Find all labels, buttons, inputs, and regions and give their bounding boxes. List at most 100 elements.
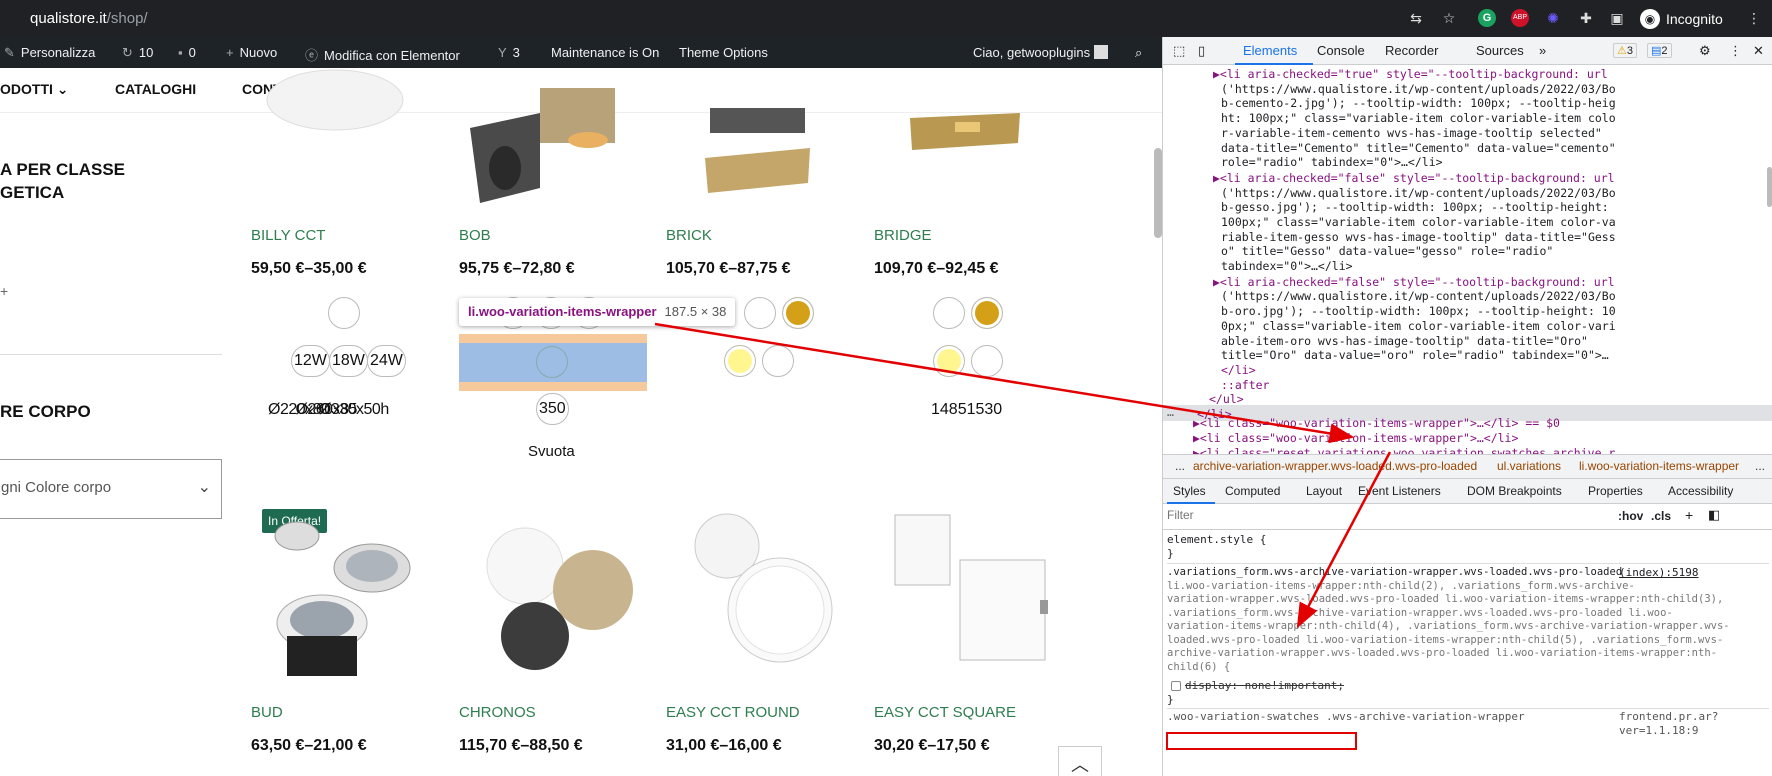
dom-line[interactable]: ('https://www.qualistore.it/wp-content/u… xyxy=(1221,186,1616,202)
inspect-icon[interactable]: ⬚ xyxy=(1173,43,1185,59)
tab-console[interactable]: Console xyxy=(1317,43,1365,58)
product-image-billy[interactable] xyxy=(250,68,420,148)
color-swatch-white[interactable] xyxy=(933,297,965,329)
customize-link[interactable]: ✎ Personalizza xyxy=(4,45,95,61)
dom-line[interactable]: 100px;" class="variable-item color-varia… xyxy=(1221,215,1616,231)
close-icon[interactable]: ✕ xyxy=(1753,43,1764,59)
rule-selector-line[interactable]: li.woo-variation-items-wrapper:nth-child… xyxy=(1167,580,1730,594)
dom-line[interactable]: 0px;" class="variable-item color-variabl… xyxy=(1221,319,1616,335)
tab-properties[interactable]: Properties xyxy=(1588,484,1643,498)
dimension-swatch[interactable]: 1485 xyxy=(931,401,967,418)
adblock-icon[interactable]: ABP xyxy=(1511,9,1529,27)
dom-line[interactable]: tabindex="0">…</li> xyxy=(1221,259,1353,275)
comments-link[interactable]: ▪ 0 xyxy=(178,45,196,60)
product-name[interactable]: BRIDGE xyxy=(874,227,932,244)
dom-line[interactable]: ▶<li aria-checked="true" style="--toolti… xyxy=(1213,67,1608,83)
dom-line[interactable]: ht: 100px;" class="variable-item color-v… xyxy=(1221,111,1616,127)
settings-gear-icon[interactable]: ⚙ xyxy=(1699,43,1711,59)
color-swatch-white[interactable] xyxy=(762,345,794,377)
node-dots-icon[interactable]: … xyxy=(1167,405,1174,421)
dom-line[interactable]: b-oro.jpg'); --tooltip-width: 100px; --t… xyxy=(1221,304,1616,320)
incognito-badge[interactable]: ◉ Incognito xyxy=(1640,8,1723,29)
warnings-badge[interactable]: ⚠3 xyxy=(1613,43,1637,58)
color-swatch-yellow[interactable] xyxy=(724,345,756,377)
star-icon[interactable]: ☆ xyxy=(1440,9,1458,27)
dom-line[interactable]: ▶<li aria-checked="false" style="--toolt… xyxy=(1213,171,1615,187)
dimension-swatch[interactable]: 350 xyxy=(536,393,569,425)
more-tabs-icon[interactable]: » xyxy=(1539,43,1546,58)
rule-selector[interactable]: .variations_form.wvs-archive-variation-w… xyxy=(1167,566,1730,674)
dom-line[interactable]: ▶<li class="reset_variations woo_variati… xyxy=(1193,446,1615,454)
dom-line[interactable]: ::after xyxy=(1221,378,1269,394)
tab-elements[interactable]: Elements xyxy=(1243,43,1297,58)
dimension-swatch[interactable]: 1530 xyxy=(967,401,1003,418)
expand-plus-icon[interactable]: + xyxy=(0,283,8,299)
tab-dom-breakpoints[interactable]: DOM Breakpoints xyxy=(1467,484,1562,498)
dom-line[interactable]: b-gesso.jpg'); --tooltip-width: 100px; -… xyxy=(1221,200,1609,216)
dom-line[interactable]: b-cemento-2.jpg'); --tooltip-width: 100p… xyxy=(1221,96,1616,112)
cls-toggle[interactable]: .cls xyxy=(1651,509,1671,523)
tab-recorder[interactable]: Recorder xyxy=(1385,43,1438,58)
rule-selector-line[interactable]: .variations_form.wvs-archive-variation-w… xyxy=(1167,607,1730,621)
color-swatch-gold[interactable] xyxy=(971,297,1003,329)
sidepanel-icon[interactable]: ▣ xyxy=(1608,9,1626,27)
rule-selector-line[interactable]: variation-items-wrapper:nth-child(4), .v… xyxy=(1167,620,1730,634)
dom-line[interactable]: ('https://www.qualistore.it/wp-content/u… xyxy=(1221,289,1616,305)
yoast-link[interactable]: Y3 xyxy=(498,45,520,60)
product-name[interactable]: CHRONOS xyxy=(459,704,536,721)
theme-options-link[interactable]: Theme Options xyxy=(679,45,768,60)
size-swatch[interactable]: 12W xyxy=(291,345,330,377)
add-rule-plus-icon[interactable]: + xyxy=(1685,507,1693,523)
elementor-link[interactable]: ⓔ Modifica con Elementor xyxy=(305,45,460,64)
dom-line[interactable]: data-title="Cemento" title="Cemento" dat… xyxy=(1221,141,1616,157)
dom-line[interactable]: title="Oro" data-value="oro" role="radio… xyxy=(1221,348,1609,364)
dom-line[interactable]: ▶<li class="woo-variation-items-wrapper"… xyxy=(1193,416,1560,432)
product-name[interactable]: BUD xyxy=(251,704,283,721)
hov-toggle[interactable]: :hov xyxy=(1618,509,1643,523)
dom-line[interactable]: r-variable-item-cemento wvs-has-image-to… xyxy=(1221,126,1602,142)
messages-badge[interactable]: ▤2 xyxy=(1647,43,1672,58)
scroll-to-top-button[interactable]: ︿ xyxy=(1058,746,1102,776)
translate-icon[interactable]: ⇆ xyxy=(1407,9,1425,27)
new-link[interactable]: + Nuovo xyxy=(226,45,277,60)
dimension-swatches[interactable]: Ø220x80Ø260x85Ø330x50h xyxy=(268,401,389,419)
product-name[interactable]: EASY CCT ROUND xyxy=(666,704,800,721)
nav-cataloghi[interactable]: CATALOGHI xyxy=(115,81,196,97)
dom-line[interactable]: riable-item-gesso wvs-has-image-tooltip"… xyxy=(1221,230,1616,246)
tab-sources[interactable]: Sources xyxy=(1476,43,1524,58)
kebab-menu-icon[interactable]: ⋮ xyxy=(1729,43,1742,59)
tab-event-listeners[interactable]: Event Listeners xyxy=(1358,484,1441,498)
nav-prodotti[interactable]: ODOTTI ⌄ xyxy=(0,81,69,98)
color-swatch-yellow[interactable] xyxy=(933,345,965,377)
next-rule-source[interactable]: frontend.pr.ar?ver=1.1.18:9 xyxy=(1619,710,1772,737)
maintenance-link[interactable]: Maintenance is On xyxy=(551,45,659,60)
breadcrumb-item[interactable]: ul.variations xyxy=(1497,459,1561,473)
dimension-swatch[interactable]: Ø330x50h xyxy=(319,401,389,418)
size-swatch[interactable]: 18W xyxy=(329,345,368,377)
address-bar[interactable]: qualistore.it/shop/ xyxy=(30,10,148,27)
dimension-swatches[interactable]: 14851530 xyxy=(931,401,1002,419)
menu-icon[interactable]: ⋮ xyxy=(1745,9,1763,27)
updates-link[interactable]: ↻ 10 xyxy=(122,45,153,61)
struck-declaration-row[interactable]: display: none!important; xyxy=(1171,679,1344,693)
product-name[interactable]: BILLY CCT xyxy=(251,227,325,244)
size-swatch[interactable]: 24W xyxy=(367,345,406,377)
product-name[interactable]: BRICK xyxy=(666,227,712,244)
rule-selector-line[interactable]: archive-variation-wrapper.wvs-loaded.wvs… xyxy=(1167,647,1730,661)
declaration-checkbox[interactable] xyxy=(1171,680,1181,691)
product-image-easy-square[interactable] xyxy=(890,505,1060,670)
next-rule-selector[interactable]: .woo-variation-swatches .wvs-archive-var… xyxy=(1167,710,1525,724)
product-image-bridge[interactable] xyxy=(900,98,1030,168)
color-swatch-white[interactable] xyxy=(328,297,360,329)
product-image-bob[interactable] xyxy=(440,68,640,208)
element-style-rule[interactable]: element.style { xyxy=(1167,533,1266,547)
breadcrumb-item[interactable]: li.woo-variation-items-wrapper xyxy=(1579,459,1739,473)
product-image-easy-round[interactable] xyxy=(685,508,835,668)
dom-line[interactable]: </ul> xyxy=(1209,392,1244,408)
product-name[interactable]: BOB xyxy=(459,227,491,244)
dom-line[interactable]: able-item-oro wvs-has-image-tooltip" dat… xyxy=(1221,334,1588,350)
color-swatch-white[interactable] xyxy=(744,297,776,329)
dom-line[interactable]: </li> xyxy=(1221,363,1256,379)
dom-line[interactable]: ▶<li aria-checked="false" style="--toolt… xyxy=(1213,275,1615,291)
tab-accessibility[interactable]: Accessibility xyxy=(1668,484,1733,498)
